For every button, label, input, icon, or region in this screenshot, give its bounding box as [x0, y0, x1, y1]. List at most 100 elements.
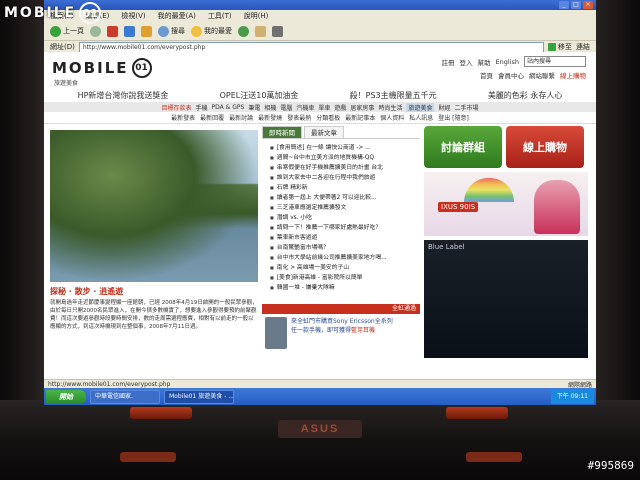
laptop-front-light-right	[466, 452, 522, 462]
feature-title[interactable]: 探秘 · 散步 · 逍遙遊	[50, 286, 258, 297]
sub-nav-item[interactable]: 登出 [隨意]	[438, 113, 469, 122]
menu-view[interactable]: 檢視(V)	[121, 11, 145, 21]
nav-item-phones[interactable]: 手機	[196, 103, 208, 112]
menu-favorites[interactable]: 我的最愛(A)	[158, 11, 196, 21]
topic-item[interactable]: 潛調 vs. 小吃	[270, 213, 420, 223]
nav-item-cars[interactable]: 汽機車	[296, 103, 314, 112]
tab-news[interactable]: 即時新聞	[262, 126, 302, 138]
sub-nav-item[interactable]: 最新發燒	[258, 113, 282, 122]
topic-item[interactable]: 葉車新市客遊遊	[270, 233, 420, 243]
taskbar: 開始 中華電信國家. Mobile01 旅遊美食 - ... 下午 09:11	[44, 388, 596, 405]
nav-item-finance[interactable]: 財經	[438, 103, 450, 112]
nav-item-cameras[interactable]: 相機	[264, 103, 276, 112]
ad-line-2-highlight: 藍芽耳機	[351, 327, 376, 334]
promo-link-3[interactable]: 殺！PS3主機限量五千元	[350, 90, 437, 102]
contact-link[interactable]: 網站聯繫	[529, 70, 555, 80]
nav-item-bikes[interactable]: 單車	[318, 103, 330, 112]
maximize-button[interactable]: □	[571, 1, 581, 9]
english-link[interactable]: English	[496, 58, 519, 66]
topic-item[interactable]: 韓國一堆 - 嫌棄大隊嘛	[270, 283, 420, 293]
home-icon[interactable]	[141, 25, 152, 37]
register-link[interactable]: 註冊	[442, 57, 455, 67]
site-search-input[interactable]: 站內搜尋	[524, 56, 586, 67]
topic-item[interactable]: 台中市大學站前幾公司推薦擴美家地方喝...	[270, 253, 420, 263]
sub-nav-item[interactable]: 最新回覆	[200, 113, 224, 122]
sub-nav-item[interactable]: 分類看板	[316, 113, 340, 122]
feature-lake-photo[interactable]	[50, 130, 258, 282]
topic-item[interactable]: 三芝港車應選定推薦擴發文	[270, 203, 420, 213]
back-button[interactable]: 上一頁	[50, 25, 84, 37]
tab-latest-articles[interactable]: 最新文章	[304, 126, 344, 138]
ad-line-2: 任一款手機，即可獲得藍芽耳機	[291, 326, 393, 335]
taskbar-item-active[interactable]: Mobile01 旅遊美食 - ...	[164, 389, 234, 404]
minimize-button[interactable]: _	[559, 1, 569, 9]
dark-banner-ad[interactable]: Blue Label	[424, 240, 588, 358]
watermark-wordmark: MOBILE	[4, 5, 77, 21]
topics-panel: 即時新聞 最新文章 [食用簡述] 在一條 讓快公商道 -> ... 週間~台中市…	[262, 126, 420, 362]
sub-nav: 最新發表 最新回覆 最新討論 最新發燒 發表最熱 分類看板 最新記事本 個人資料…	[44, 112, 596, 124]
forum-groups-button[interactable]: 討論群組	[424, 126, 502, 168]
search-button[interactable]: 搜尋	[158, 25, 185, 37]
nav-item-fashion[interactable]: 時尚生活	[378, 103, 402, 112]
nav-item-travel-food[interactable]: 旅遊美食	[406, 102, 435, 112]
refresh-icon[interactable]	[124, 25, 135, 37]
topic-item[interactable]: 台南驚艷富市場嗎？	[270, 243, 420, 253]
camera-promo-banner[interactable]: IXUS 90IS	[424, 172, 588, 236]
sub-nav-item[interactable]: 個人資料	[380, 113, 404, 122]
promo-link-2[interactable]: OPEL汪送10萬加油金	[220, 90, 299, 102]
topic-item[interactable]: 誰到大家去中二各迎在行程中我們旅遊	[270, 173, 420, 183]
topic-item[interactable]: 石牌 精彩新	[270, 183, 420, 193]
stop-icon[interactable]	[107, 25, 118, 37]
topic-item[interactable]: [食用簡述] 在一條 讓快公商道 -> ...	[270, 143, 420, 153]
topic-item[interactable]: 週間~台中市立美方派的地質機構-QQ	[270, 153, 420, 163]
address-input[interactable]: http://www.mobile01.com/everypost.php	[78, 41, 544, 53]
nav-item-home[interactable]: 居家房事	[350, 103, 374, 112]
laptop-hinge-right	[446, 407, 508, 419]
site-section-subtitle: 旅遊美食	[54, 80, 79, 87]
site-logo-emblem-icon: 01	[131, 58, 152, 78]
rainbow-graphic	[464, 178, 514, 202]
home-link[interactable]: 首頁	[480, 70, 493, 80]
taskbar-item[interactable]: 中華電信國家.	[90, 389, 160, 404]
links-label[interactable]: 連結	[576, 42, 590, 52]
start-button[interactable]: 開始	[46, 389, 86, 404]
sub-nav-item[interactable]: 最新發表	[171, 113, 195, 122]
shopping-link[interactable]: 線上購物	[560, 70, 586, 80]
dark-ad-title: Blue Label	[428, 243, 465, 251]
mail-icon[interactable]	[255, 25, 266, 37]
sub-nav-item[interactable]: 私人訊息	[409, 113, 433, 122]
online-shopping-button[interactable]: 線上購物	[506, 126, 584, 168]
go-button[interactable]: 移至	[548, 42, 572, 52]
site-logo[interactable]: MOBILE 01	[52, 58, 152, 78]
sub-nav-item[interactable]: 最新討論	[229, 113, 253, 122]
nav-item-laptops[interactable]: 筆電	[248, 103, 260, 112]
sub-nav-item[interactable]: 發表最熱	[287, 113, 311, 122]
nav-item-computers[interactable]: 電腦	[280, 103, 292, 112]
system-tray-clock[interactable]: 下午 09:11	[550, 389, 594, 404]
menu-help[interactable]: 說明(H)	[244, 11, 269, 21]
member-center-link[interactable]: 會員中心	[498, 70, 524, 80]
nav-item-savings[interactable]: 目標存款表	[161, 103, 191, 112]
nav-item-pda-gps[interactable]: PDA & GPS	[212, 104, 245, 111]
forward-arrow-icon[interactable]	[90, 25, 101, 37]
login-link[interactable]: 登入	[460, 57, 473, 67]
print-icon[interactable]	[272, 25, 283, 37]
media-icon[interactable]	[238, 25, 249, 37]
phone-ad[interactable]: 全虹通過 來全虹門市購買Sony Ericsson全系列 任一款手機，即可獲得藍…	[262, 304, 420, 360]
favorites-button[interactable]: 我的最愛	[191, 25, 232, 37]
topic-item[interactable]: 讀者第一屆上 大便帶著2 可以迎比較...	[270, 193, 420, 203]
feature-article: 探秘 · 散步 · 逍遙遊 就開島過年走近節慶事變程顯一座館朝，已經 2008年…	[50, 130, 258, 362]
menu-tools[interactable]: 工具(T)	[208, 11, 232, 21]
topic-item[interactable]: 串寒假便在好手機推薦擴美日的計畫 台北	[270, 163, 420, 173]
help-link[interactable]: 幫助	[478, 57, 491, 67]
nav-item-games[interactable]: 遊戲	[334, 103, 346, 112]
laptop-bezel-left	[0, 0, 44, 410]
sub-nav-item[interactable]: 最新記事本	[345, 113, 375, 122]
topic-item[interactable]: [美食]新港高雄 - 富影院所以簡單	[270, 273, 420, 283]
promo-link-4[interactable]: 美麗的色彩 永存人心	[488, 90, 563, 102]
close-button[interactable]: ×	[583, 1, 593, 9]
topic-item[interactable]: 南化 > 高雄場一美安的子山	[270, 263, 420, 273]
topic-item[interactable]: 請問一下！推薦一下哪家好處熱最好吃？	[270, 223, 420, 233]
nav-item-second-hand[interactable]: 二手市場	[454, 103, 478, 112]
promo-link-1[interactable]: HP新增台灣你說我送獎金	[78, 90, 169, 102]
